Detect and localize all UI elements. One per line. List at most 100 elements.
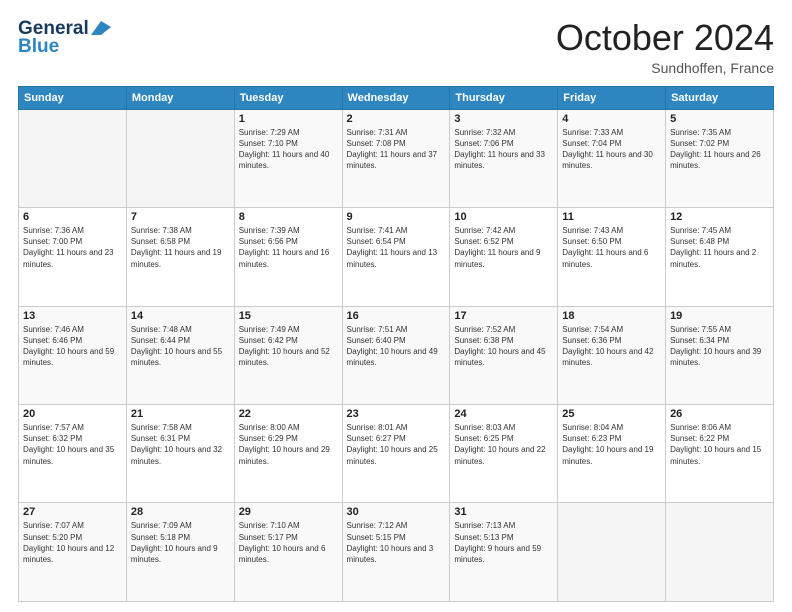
day-number: 2 (347, 113, 446, 125)
calendar-cell: 23Sunrise: 8:01 AM Sunset: 6:27 PM Dayli… (342, 405, 450, 503)
day-info: Sunrise: 7:36 AM Sunset: 7:00 PM Dayligh… (23, 225, 122, 270)
day-info: Sunrise: 7:07 AM Sunset: 5:20 PM Dayligh… (23, 520, 122, 565)
calendar-cell: 11 Sunrise: 7:43 AM Sunset: 6:50 PM Dayli… (558, 208, 666, 306)
day-number: 11 (562, 211, 661, 223)
calendar-cell: 2Sunrise: 7:31 AM Sunset: 7:08 PM Daylig… (342, 109, 450, 207)
day-info: Sunrise: 7:09 AM Sunset: 5:18 PM Dayligh… (131, 520, 230, 565)
calendar-week-1: 1Sunrise: 7:29 AM Sunset: 7:10 PM Daylig… (19, 109, 774, 207)
calendar-cell: 18 Sunrise: 7:54 AM Sunset: 6:36 PM Dayli… (558, 306, 666, 404)
day-number: 17 (454, 310, 553, 322)
day-number: 16 (347, 310, 446, 322)
weekday-header-friday: Friday (558, 86, 666, 109)
logo: General Blue (18, 18, 111, 58)
title-block: October 2024 Sundhoffen, France (556, 18, 774, 76)
calendar-week-5: 27Sunrise: 7:07 AM Sunset: 5:20 PM Dayli… (19, 503, 774, 602)
day-number: 9 (347, 211, 446, 223)
calendar-cell (666, 503, 774, 602)
calendar-cell: 22 Sunrise: 8:00 AM Sunset: 6:29 PM Dayli… (234, 405, 342, 503)
day-info: Sunrise: 7:46 AM Sunset: 6:46 PM Dayligh… (23, 324, 122, 369)
calendar-week-3: 13 Sunrise: 7:46 AM Sunset: 6:46 PM Dayli… (19, 306, 774, 404)
calendar-cell: 10 Sunrise: 7:42 AM Sunset: 6:52 PM Dayli… (450, 208, 558, 306)
day-number: 28 (131, 506, 230, 518)
weekday-header-monday: Monday (126, 86, 234, 109)
weekday-header-row: SundayMondayTuesdayWednesdayThursdayFrid… (19, 86, 774, 109)
calendar-cell: 24Sunrise: 8:03 AM Sunset: 6:25 PM Dayli… (450, 405, 558, 503)
calendar-cell: 14 Sunrise: 7:48 AM Sunset: 6:44 PM Dayli… (126, 306, 234, 404)
calendar-cell: 4 Sunrise: 7:33 AM Sunset: 7:04 PM Daylig… (558, 109, 666, 207)
day-number: 26 (670, 408, 769, 420)
day-info: Sunrise: 7:10 AM Sunset: 5:17 PM Dayligh… (239, 520, 338, 565)
day-number: 31 (454, 506, 553, 518)
day-number: 19 (670, 310, 769, 322)
calendar-week-4: 20Sunrise: 7:57 AM Sunset: 6:32 PM Dayli… (19, 405, 774, 503)
month-title: October 2024 (556, 18, 774, 58)
day-info: Sunrise: 7:48 AM Sunset: 6:44 PM Dayligh… (131, 324, 230, 369)
day-info: Sunrise: 7:12 AM Sunset: 5:15 PM Dayligh… (347, 520, 446, 565)
day-number: 10 (454, 211, 553, 223)
day-info: Sunrise: 7:32 AM Sunset: 7:06 PM Dayligh… (454, 127, 553, 172)
calendar-cell: 25 Sunrise: 8:04 AM Sunset: 6:23 PM Dayli… (558, 405, 666, 503)
day-info: Sunrise: 7:39 AM Sunset: 6:56 PM Dayligh… (239, 225, 338, 270)
day-info: Sunrise: 7:43 AM Sunset: 6:50 PM Dayligh… (562, 225, 661, 270)
weekday-header-tuesday: Tuesday (234, 86, 342, 109)
day-info: Sunrise: 8:04 AM Sunset: 6:23 PM Dayligh… (562, 422, 661, 467)
day-info: Sunrise: 7:38 AM Sunset: 6:58 PM Dayligh… (131, 225, 230, 270)
calendar-cell: 8 Sunrise: 7:39 AM Sunset: 6:56 PM Daylig… (234, 208, 342, 306)
day-number: 29 (239, 506, 338, 518)
day-number: 30 (347, 506, 446, 518)
day-number: 4 (562, 113, 661, 125)
logo-blue: Blue (18, 36, 59, 58)
day-info: Sunrise: 7:51 AM Sunset: 6:40 PM Dayligh… (347, 324, 446, 369)
calendar-cell: 17 Sunrise: 7:52 AM Sunset: 6:38 PM Dayli… (450, 306, 558, 404)
day-number: 6 (23, 211, 122, 223)
calendar-cell: 19 Sunrise: 7:55 AM Sunset: 6:34 PM Dayli… (666, 306, 774, 404)
day-info: Sunrise: 7:42 AM Sunset: 6:52 PM Dayligh… (454, 225, 553, 270)
day-info: Sunrise: 7:41 AM Sunset: 6:54 PM Dayligh… (347, 225, 446, 270)
day-number: 8 (239, 211, 338, 223)
weekday-header-sunday: Sunday (19, 86, 127, 109)
day-number: 21 (131, 408, 230, 420)
day-info: Sunrise: 7:13 AM Sunset: 5:13 PM Dayligh… (454, 520, 553, 565)
day-info: Sunrise: 8:00 AM Sunset: 6:29 PM Dayligh… (239, 422, 338, 467)
logo-icon (91, 21, 111, 35)
day-number: 13 (23, 310, 122, 322)
day-number: 22 (239, 408, 338, 420)
calendar-cell: 7Sunrise: 7:38 AM Sunset: 6:58 PM Daylig… (126, 208, 234, 306)
day-info: Sunrise: 7:55 AM Sunset: 6:34 PM Dayligh… (670, 324, 769, 369)
calendar-cell (126, 109, 234, 207)
calendar-cell: 29 Sunrise: 7:10 AM Sunset: 5:17 PM Dayli… (234, 503, 342, 602)
weekday-header-saturday: Saturday (666, 86, 774, 109)
day-info: Sunrise: 7:33 AM Sunset: 7:04 PM Dayligh… (562, 127, 661, 172)
calendar-cell: 5Sunrise: 7:35 AM Sunset: 7:02 PM Daylig… (666, 109, 774, 207)
weekday-header-wednesday: Wednesday (342, 86, 450, 109)
calendar-cell: 28 Sunrise: 7:09 AM Sunset: 5:18 PM Dayli… (126, 503, 234, 602)
calendar-cell (19, 109, 127, 207)
day-info: Sunrise: 7:54 AM Sunset: 6:36 PM Dayligh… (562, 324, 661, 369)
calendar-cell: 31 Sunrise: 7:13 AM Sunset: 5:13 PM Dayli… (450, 503, 558, 602)
day-number: 5 (670, 113, 769, 125)
day-info: Sunrise: 7:29 AM Sunset: 7:10 PM Dayligh… (239, 127, 338, 172)
day-info: Sunrise: 7:52 AM Sunset: 6:38 PM Dayligh… (454, 324, 553, 369)
day-info: Sunrise: 7:45 AM Sunset: 6:48 PM Dayligh… (670, 225, 769, 270)
day-info: Sunrise: 7:57 AM Sunset: 6:32 PM Dayligh… (23, 422, 122, 467)
calendar-cell: 21 Sunrise: 7:58 AM Sunset: 6:31 PM Dayli… (126, 405, 234, 503)
calendar-cell: 30 Sunrise: 7:12 AM Sunset: 5:15 PM Dayli… (342, 503, 450, 602)
day-number: 15 (239, 310, 338, 322)
calendar-cell: 1Sunrise: 7:29 AM Sunset: 7:10 PM Daylig… (234, 109, 342, 207)
calendar-page: General Blue October 2024 Sundhoffen, Fr… (0, 0, 792, 612)
calendar-cell (558, 503, 666, 602)
day-number: 18 (562, 310, 661, 322)
calendar-cell: 26Sunrise: 8:06 AM Sunset: 6:22 PM Dayli… (666, 405, 774, 503)
day-info: Sunrise: 7:49 AM Sunset: 6:42 PM Dayligh… (239, 324, 338, 369)
day-info: Sunrise: 7:58 AM Sunset: 6:31 PM Dayligh… (131, 422, 230, 467)
calendar-cell: 3Sunrise: 7:32 AM Sunset: 7:06 PM Daylig… (450, 109, 558, 207)
location-subtitle: Sundhoffen, France (556, 60, 774, 76)
calendar-table: SundayMondayTuesdayWednesdayThursdayFrid… (18, 86, 774, 602)
day-number: 14 (131, 310, 230, 322)
day-info: Sunrise: 8:03 AM Sunset: 6:25 PM Dayligh… (454, 422, 553, 467)
day-number: 25 (562, 408, 661, 420)
calendar-cell: 6 Sunrise: 7:36 AM Sunset: 7:00 PM Daylig… (19, 208, 127, 306)
calendar-cell: 20Sunrise: 7:57 AM Sunset: 6:32 PM Dayli… (19, 405, 127, 503)
calendar-cell: 12Sunrise: 7:45 AM Sunset: 6:48 PM Dayli… (666, 208, 774, 306)
calendar-cell: 13 Sunrise: 7:46 AM Sunset: 6:46 PM Dayli… (19, 306, 127, 404)
